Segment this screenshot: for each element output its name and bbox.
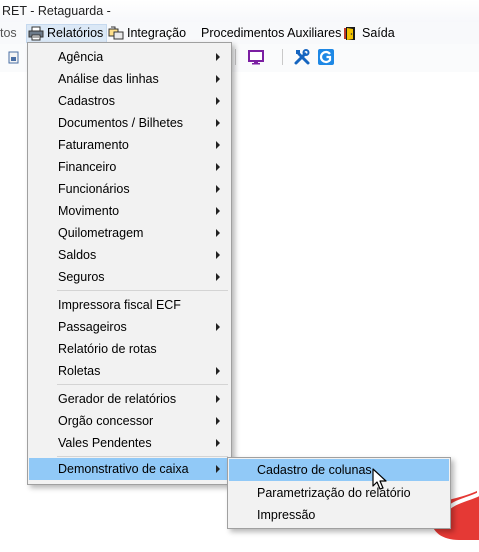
menu-item-faturamento[interactable]: Faturamento [29,134,230,156]
submenu-arrow-icon [216,395,220,403]
menu-item-label: Quilometragem [58,226,144,240]
menu-item-cadastros-clipped[interactable]: tos [0,25,17,42]
menu-item-vales-pendentes[interactable]: Vales Pendentes [29,432,230,454]
submenu-arrow-icon [216,185,220,193]
menu-item-movimento[interactable]: Movimento [29,200,230,222]
menu-item-seguros[interactable]: Seguros [29,266,230,288]
tools-icon[interactable] [293,48,311,66]
menu-item-agencia[interactable]: Agência [29,46,230,68]
menu-bar: tos Relatórios Integração Procedimentos … [0,22,479,44]
submenu-arrow-icon [216,141,220,149]
menu-item-gerador-de-relatorios[interactable]: Gerador de relatórios [29,388,230,410]
menu-item-label: Seguros [58,270,105,284]
menu-item-label: Roletas [58,364,101,378]
menu-item-label: Funcionários [58,182,130,196]
menu-item-label: Integração [127,26,187,40]
menu-item-label: Orgão concessor [58,414,154,428]
submenu-arrow-icon [216,439,220,447]
menu-item-label: Impressora fiscal ECF [58,298,181,312]
submenu-arrow-icon [216,367,220,375]
submenu-item-cadastro-de-colunas[interactable]: Cadastro de colunas [229,459,449,481]
demonstrativo-submenu: Cadastro de colunas Parametrização do re… [227,457,451,529]
menu-item-label: Análise das linhas [58,72,159,86]
menu-item-roletas[interactable]: Roletas [29,360,230,382]
menu-item-funcionarios[interactable]: Funcionários [29,178,230,200]
submenu-item-impressao[interactable]: Impressão [229,504,449,526]
menu-item-label: Financeiro [58,160,117,174]
integration-icon [108,26,124,41]
menu-item-label: tos [0,26,17,40]
submenu-arrow-icon [216,75,220,83]
exit-door-icon [343,26,359,41]
menu-item-saldos[interactable]: Saldos [29,244,230,266]
menu-item-saida[interactable]: Saída [343,25,395,42]
submenu-arrow-icon [216,97,220,105]
relatorios-menu: Agência Análise das linhas Cadastros Doc… [27,42,232,485]
menu-item-label: Saldos [58,248,97,262]
submenu-arrow-icon [216,229,220,237]
window-title: RET - Retaguarda - [2,4,111,18]
menu-item-label: Impressão [257,508,316,522]
toolbar-separator [282,49,283,65]
menu-item-integracao[interactable]: Integração [108,25,186,42]
app-window: RET - Retaguarda - tos Relatórios Integr… [0,0,479,552]
menu-separator [57,290,228,291]
monitor-icon[interactable] [247,48,265,66]
submenu-item-parametrizacao-do-relatorio[interactable]: Parametrização do relatório [229,482,449,504]
menu-item-label: Documentos / Bilhetes [58,116,184,130]
menu-item-label: Procedimentos Auxiliares [201,26,342,40]
menu-item-label: Faturamento [58,138,129,152]
menu-item-label: Movimento [58,204,120,218]
submenu-arrow-icon [216,273,220,281]
submenu-arrow-icon [216,251,220,259]
menu-item-orgao-concessor[interactable]: Orgão concessor [29,410,230,432]
submenu-arrow-icon [216,119,220,127]
menu-item-label: Relatórios [47,26,104,40]
menu-separator [57,384,228,385]
menu-item-impressora-fiscal-ecf[interactable]: Impressora fiscal ECF [29,294,230,316]
submenu-arrow-icon [216,465,220,473]
submenu-arrow-icon [216,417,220,425]
submenu-arrow-icon [216,53,220,61]
g-app-icon[interactable] [317,48,335,66]
menu-item-demonstrativo-de-caixa[interactable]: Demonstrativo de caixa [29,458,230,480]
submenu-arrow-icon [216,163,220,171]
menu-item-label: Cadastros [58,94,115,108]
menu-item-relatorios[interactable]: Relatórios [25,24,108,43]
menu-item-label: Vales Pendentes [58,436,152,450]
menu-item-analise-das-linhas[interactable]: Análise das linhas [29,68,230,90]
menu-item-label: Agência [58,50,104,64]
menu-item-label: Relatório de rotas [58,342,157,356]
document-icon[interactable] [5,48,23,66]
menu-item-label: Demonstrativo de caixa [58,462,189,476]
menu-separator [57,456,228,457]
menu-item-quilometragem[interactable]: Quilometragem [29,222,230,244]
menu-item-cadastros[interactable]: Cadastros [29,90,230,112]
toolbar-separator [235,49,236,65]
menu-item-procedimentos-auxiliares[interactable]: Procedimentos Auxiliares [201,25,341,42]
title-bar: RET - Retaguarda - [0,0,479,22]
mouse-pointer-icon [372,468,388,492]
menu-item-relatorio-de-rotas[interactable]: Relatório de rotas [29,338,230,360]
submenu-arrow-icon [216,207,220,215]
printer-icon [28,26,44,41]
menu-item-documentos-bilhetes[interactable]: Documentos / Bilhetes [29,112,230,134]
menu-item-passageiros[interactable]: Passageiros [29,316,230,338]
menu-item-label: Passageiros [58,320,127,334]
menu-item-label: Saída [362,26,395,40]
menu-item-financeiro[interactable]: Financeiro [29,156,230,178]
menu-item-label: Cadastro de colunas [257,463,372,477]
submenu-arrow-icon [216,323,220,331]
menu-item-label: Gerador de relatórios [58,392,177,406]
